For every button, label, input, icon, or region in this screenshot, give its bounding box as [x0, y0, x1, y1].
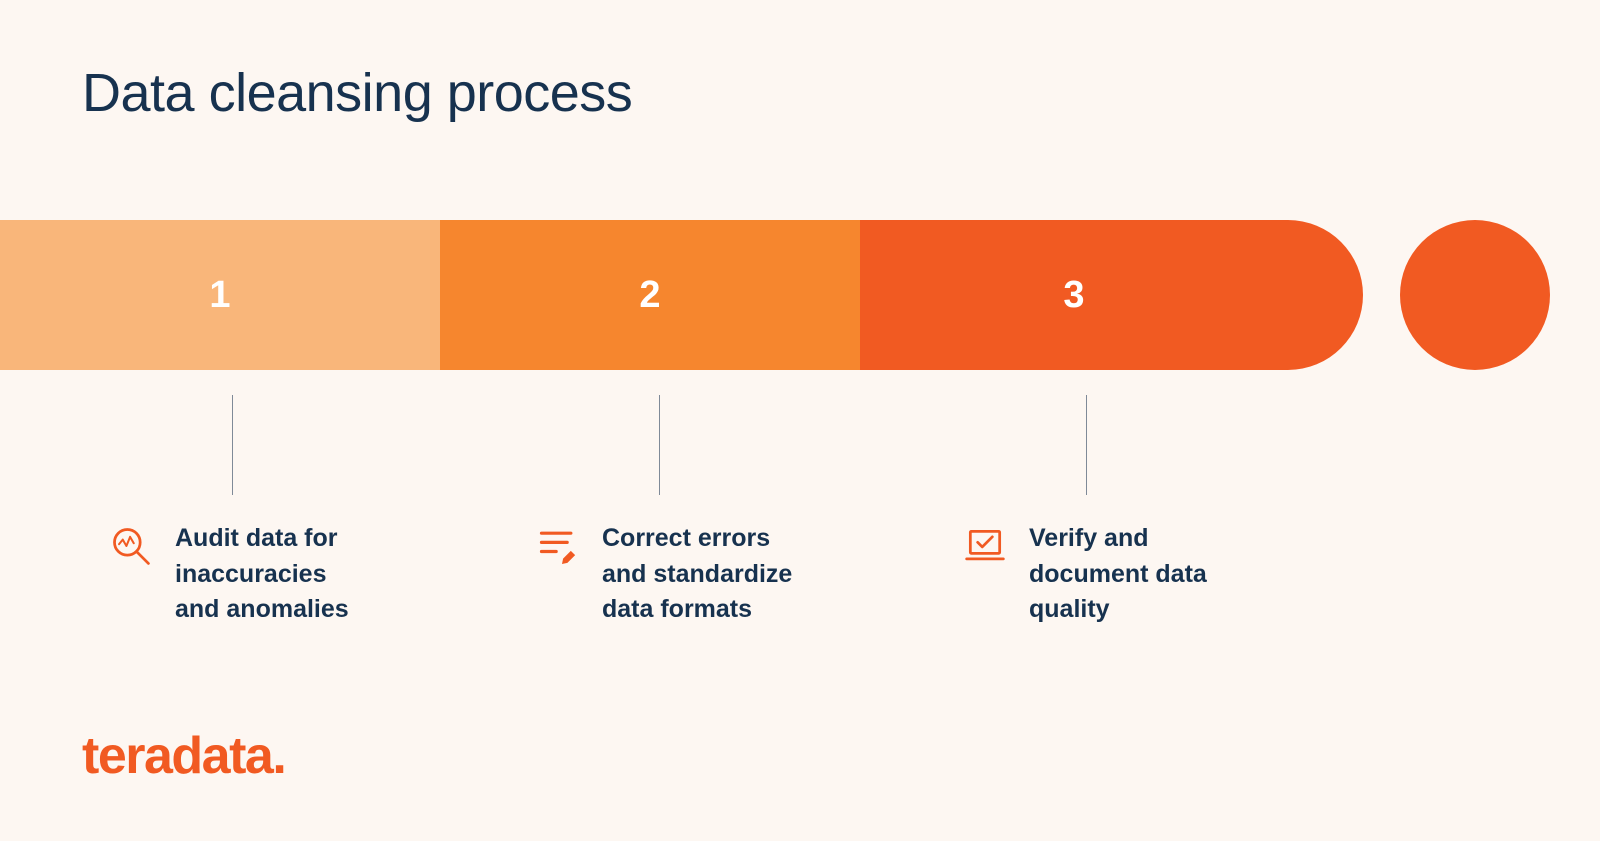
- edit-lines-icon: [536, 524, 580, 568]
- step-3-label: Verify and document data quality: [1029, 521, 1207, 628]
- connector-2: [659, 395, 660, 495]
- step-2-label: Correct errors and standardize data form…: [602, 521, 792, 628]
- step-1: Audit data for inaccuracies and anomalie…: [109, 521, 419, 628]
- page-title: Data cleansing process: [82, 62, 632, 124]
- step-segment-3-cap: [1213, 220, 1363, 370]
- audit-magnifier-icon: [109, 524, 153, 568]
- connector-3: [1086, 395, 1087, 495]
- process-bar: 1 2 3: [0, 220, 1600, 370]
- connector-1: [232, 395, 233, 495]
- step-2: Correct errors and standardize data form…: [536, 521, 846, 628]
- end-dot: [1400, 220, 1550, 370]
- step-segment-2: 2: [440, 220, 860, 370]
- brand-logo: teradata.: [82, 726, 285, 786]
- step-segment-1: 1: [0, 220, 440, 370]
- laptop-check-icon: [963, 524, 1007, 568]
- step-1-label: Audit data for inaccuracies and anomalie…: [175, 521, 349, 628]
- step-3: Verify and document data quality: [963, 521, 1273, 628]
